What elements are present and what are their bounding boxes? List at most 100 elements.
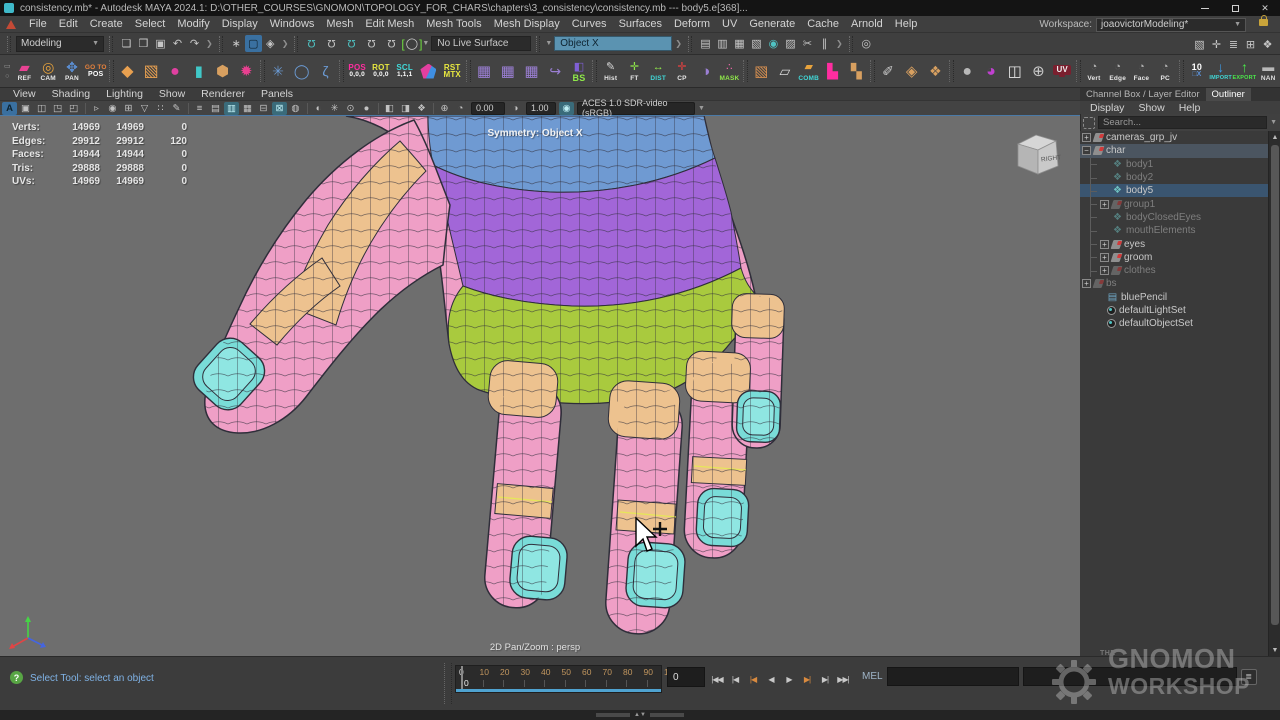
menu-item[interactable]: Help xyxy=(889,18,924,30)
image-plane-icon[interactable]: ◰ xyxy=(66,102,81,115)
motion-blur-icon[interactable]: ◍ xyxy=(288,102,303,115)
shelf-lattice1-button[interactable]: ▦ xyxy=(472,56,496,86)
shaded-icon[interactable]: ▤ xyxy=(208,102,223,115)
shelf-export-button[interactable]: ↑ EXPORT xyxy=(1233,56,1257,86)
shelf-pan-button[interactable]: ✥ PAN xyxy=(60,56,84,86)
outliner-row-groom[interactable]: + groom xyxy=(1080,251,1268,264)
outliner-row-eyes[interactable]: + eyes xyxy=(1080,237,1268,250)
grip-handle[interactable] xyxy=(536,36,540,52)
render-settings-icon[interactable]: ▦ xyxy=(731,35,748,52)
camera-attributes-icon[interactable]: ◫ xyxy=(34,102,49,115)
hand-model[interactable] xyxy=(0,116,1080,656)
sequence-render-icon[interactable]: ▨ xyxy=(782,35,799,52)
outliner-row-bluepencil[interactable]: bluePencil xyxy=(1080,291,1268,304)
wireframe-icon[interactable]: ≡ xyxy=(192,102,207,115)
menu-item[interactable]: Mesh Display xyxy=(488,18,566,30)
shelf-globe-button[interactable]: ⊕ xyxy=(1027,56,1051,86)
close-button[interactable]: ✕ xyxy=(1250,0,1280,16)
menu-item[interactable]: Mesh xyxy=(320,18,359,30)
shelf-scale-button[interactable]: ▱ xyxy=(773,56,797,86)
title-bar[interactable]: consistency.mb* - Autodesk MAYA 2024.1: … xyxy=(0,0,1280,16)
shelf-diamond2-button[interactable]: ◈ xyxy=(900,56,924,86)
menu-set-dropdown[interactable]: Modeling ▼ xyxy=(16,36,104,52)
shadows-toggle-icon[interactable]: ● xyxy=(359,102,374,115)
shelf-pc-button[interactable]: ◔ PC xyxy=(1153,56,1177,86)
taskbar-handle-bar[interactable] xyxy=(650,713,684,717)
expand-toggle-icon[interactable]: + xyxy=(1100,200,1109,209)
menu-item[interactable]: UV xyxy=(716,18,743,30)
ipr-render-icon[interactable]: ▥ xyxy=(714,35,731,52)
panel-menu-item[interactable]: Shading xyxy=(45,88,98,100)
panel-menu-item[interactable]: Panels xyxy=(254,88,300,100)
view-cube[interactable]: RIGHT xyxy=(1008,128,1064,189)
shelf-item[interactable] xyxy=(591,56,599,86)
step-back-frame-button[interactable]: |◀ xyxy=(726,675,744,684)
play-forwards-button[interactable]: ▶ xyxy=(780,675,798,684)
shelf-item[interactable] xyxy=(108,56,116,86)
go-to-end-button[interactable]: ▶▶| xyxy=(834,675,852,684)
outliner-menu-item[interactable]: Show xyxy=(1132,102,1170,114)
chevron-down-icon[interactable]: ▼ xyxy=(698,105,705,112)
shelf-face-button[interactable]: ◔ Face xyxy=(1130,56,1154,86)
shelf-comb-button[interactable]: ▰ COMB xyxy=(797,56,821,86)
menu-item[interactable]: Select xyxy=(129,18,172,30)
outliner-row-mouthelements[interactable]: mouthElements xyxy=(1080,224,1268,237)
menu-item[interactable]: Arnold xyxy=(845,18,889,30)
textured-icon[interactable]: ▥ xyxy=(224,102,239,115)
shelf-cp-button[interactable]: ✛ CP xyxy=(670,56,694,86)
command-language-toggle[interactable]: MEL xyxy=(862,671,883,682)
tool-settings-icon[interactable]: ❖ xyxy=(1259,36,1276,53)
shelf-item[interactable] xyxy=(868,56,876,86)
menu-item[interactable]: Create xyxy=(84,18,129,30)
shelf-import-button[interactable]: ↓ IMPORT xyxy=(1209,56,1233,86)
shelf-poly-diamond-button[interactable]: ◆ xyxy=(116,56,140,86)
exposure-field[interactable]: 0.00 xyxy=(471,102,505,115)
tab-outliner[interactable]: Outliner xyxy=(1206,88,1251,101)
view-transform-dropdown[interactable]: ACES 1.0 SDR-video (sRGB) xyxy=(577,102,695,115)
shelf-vert-button[interactable]: ◔ Vert xyxy=(1082,56,1106,86)
grip-handle[interactable] xyxy=(849,36,853,52)
minimize-button[interactable] xyxy=(1190,0,1220,16)
taskbar-handle-arrows[interactable]: ▲▼ xyxy=(634,712,646,718)
snap-to-grid-icon[interactable]: Ω xyxy=(303,35,320,52)
select-by-hierarchy-icon[interactable]: ∗ xyxy=(228,35,245,52)
expand-toggle-icon[interactable]: + xyxy=(1100,253,1109,262)
shelf-poly-star-button[interactable]: ✹ xyxy=(234,56,258,86)
wireframe-on-shaded-icon[interactable]: ❖ xyxy=(414,102,429,115)
character-controls-icon[interactable]: ✛ xyxy=(1208,36,1225,53)
shelf-scl-reset-button[interactable]: SCL 1,1,1 xyxy=(393,56,417,86)
viewport[interactable] xyxy=(0,116,1080,656)
collapse-arrow-icon[interactable]: ❯ xyxy=(282,39,289,48)
shelf-poly-cube-button[interactable]: ▧ xyxy=(139,56,163,86)
outliner-row-group1[interactable]: + group1 xyxy=(1080,197,1268,210)
bookmark-icon[interactable]: ◳ xyxy=(50,102,65,115)
menu-item[interactable]: File xyxy=(23,18,53,30)
live-surface-field[interactable]: No Live Surface xyxy=(431,36,531,51)
isolate-select-icon[interactable]: ◧ xyxy=(382,102,397,115)
menu-item[interactable]: Generate xyxy=(743,18,801,30)
restore-button[interactable] xyxy=(1220,0,1250,16)
shelf-box-button[interactable]: ▧ xyxy=(749,56,773,86)
shelf-curve-star-button[interactable]: ✳ xyxy=(266,56,290,86)
render-icon[interactable]: ▤ xyxy=(697,35,714,52)
taskbar-handle-bar[interactable] xyxy=(596,713,630,717)
shelf-blendshape-button[interactable]: ◧ BS xyxy=(567,56,591,86)
snap-to-point-icon[interactable]: Ω xyxy=(343,35,360,52)
grip-handle[interactable] xyxy=(109,36,113,52)
grip-handle[interactable] xyxy=(294,36,298,52)
time-slider[interactable]: 010203040506070809010 xyxy=(455,665,662,693)
search-input[interactable]: Search... xyxy=(1098,116,1267,129)
expand-toggle-icon[interactable]: + xyxy=(1100,240,1109,249)
expand-toggle-icon[interactable]: + xyxy=(1082,133,1091,142)
outliner-row-bodyclosedeyes[interactable]: bodyClosedEyes xyxy=(1080,211,1268,224)
outliner-row-char[interactable]: − char xyxy=(1080,144,1268,157)
paint-effects-icon[interactable]: ◎ xyxy=(858,35,875,52)
film-offset-icon[interactable]: ◔ xyxy=(453,102,468,115)
shelf-material-sphere-button[interactable]: ● xyxy=(955,56,979,86)
viewcube-right-face-label[interactable]: RIGHT xyxy=(1041,154,1062,163)
filter-icon[interactable] xyxy=(1083,117,1095,129)
menu-item[interactable]: Cache xyxy=(801,18,845,30)
panel-menu-item[interactable]: View xyxy=(6,88,43,100)
play-backwards-button[interactable]: ◀ xyxy=(762,675,780,684)
workspace-dropdown[interactable]: joaovictorModeling* ▼ xyxy=(1096,18,1246,32)
